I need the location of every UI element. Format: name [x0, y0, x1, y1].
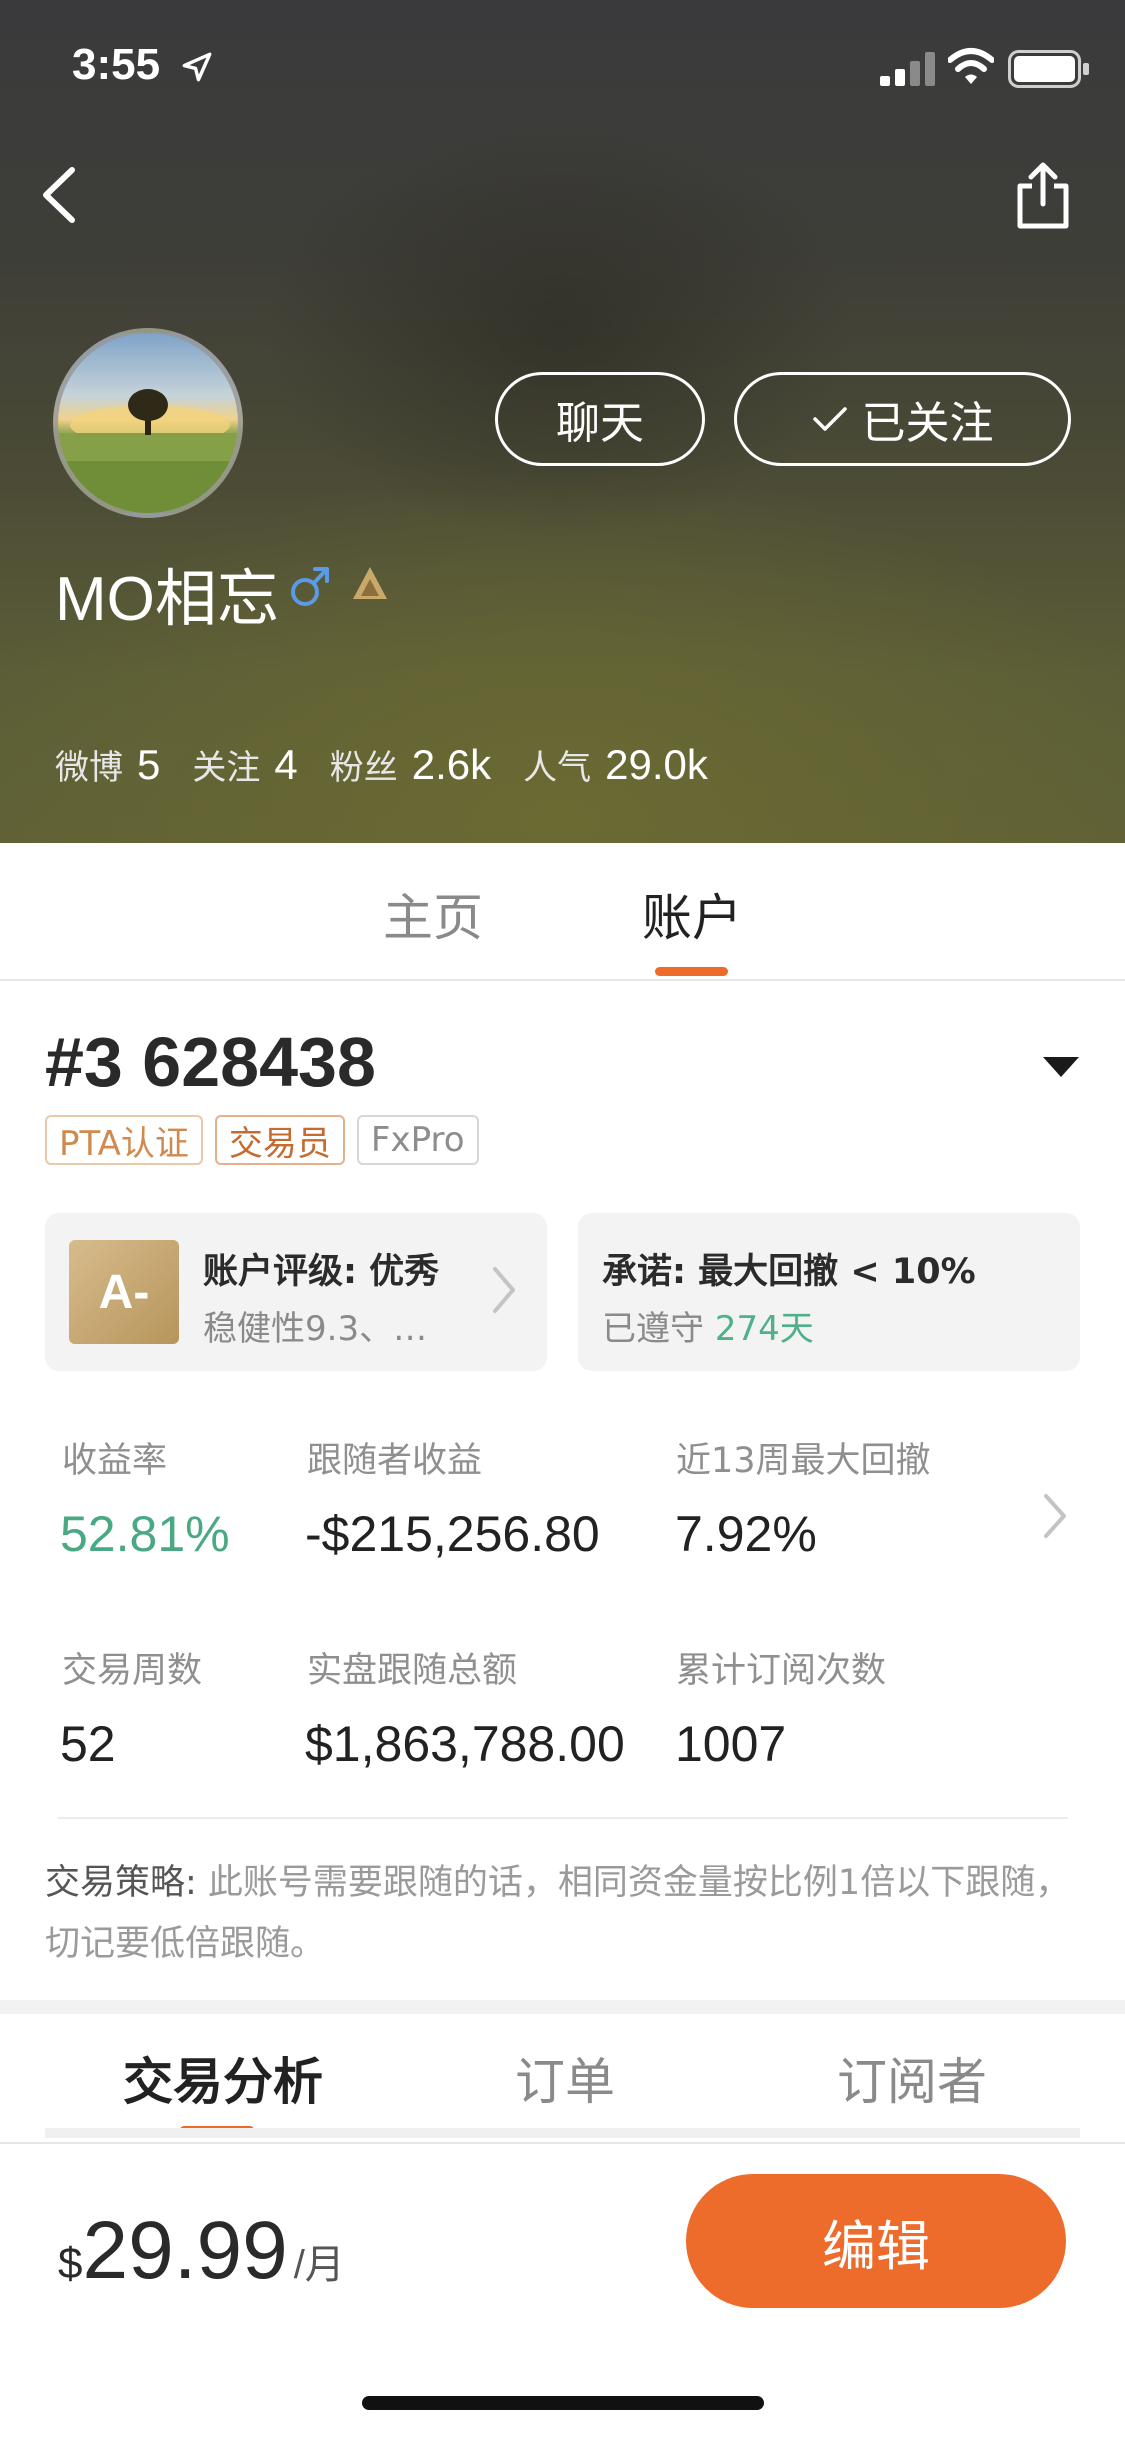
promise-title: 承诺: 最大回撤 < 10% [602, 1252, 976, 1292]
tag-trader: 交易员 [214, 1115, 345, 1165]
stat-fans-value[interactable]: 2.6k [412, 741, 491, 789]
avatar[interactable] [53, 328, 243, 518]
wifi-icon [948, 48, 994, 84]
rank-triangle-icon [353, 567, 387, 599]
status-bar: 3:55 [0, 0, 1125, 140]
subscription-price: $ 29.99 /月 [58, 2204, 345, 2298]
tag-pta-verified: PTA认证 [45, 1115, 203, 1165]
checkmark-icon [812, 407, 847, 431]
tab-subscribers[interactable]: 订阅者 [837, 2042, 987, 2114]
analysis-tab-bar: 交易分析 订单 订阅者 [0, 2014, 1125, 2142]
profile-tab-bar: 主页 账户 [0, 843, 1125, 981]
metric-subscriptions-value: 1007 [675, 1716, 787, 1772]
avatar-landscape-image [58, 389, 238, 513]
stat-following-value[interactable]: 4 [274, 741, 297, 789]
divider [58, 1817, 1068, 1819]
metric-weeks-label: 交易周数 [62, 1651, 203, 1691]
rating-badge: A- [69, 1240, 179, 1344]
promise-card[interactable]: 承诺: 最大回撤 < 10% 已遵守 274天 [578, 1213, 1080, 1371]
stat-weibo-value[interactable]: 5 [137, 741, 160, 789]
metric-follower-profit-label: 跟随者收益 [307, 1441, 483, 1481]
subscription-bar: $ 29.99 /月 编辑 [0, 2142, 1125, 2438]
chat-button[interactable]: 聊天 [495, 372, 705, 466]
edit-button-label: 编辑 [822, 2214, 930, 2278]
metric-real-follow-label: 实盘跟随总额 [307, 1651, 518, 1691]
chevron-right-icon [493, 1267, 515, 1313]
metric-follower-profit-value: -$215,256.80 [305, 1506, 600, 1562]
section-divider [0, 2000, 1125, 2014]
tag-broker: FxPro [356, 1115, 479, 1165]
price-currency: $ [58, 2239, 83, 2288]
promise-kept-prefix: 已遵守 [602, 1309, 704, 1349]
account-rating-card[interactable]: A- 账户评级: 优秀 稳健性9.3、… [45, 1213, 547, 1371]
promise-kept-days: 274天 [714, 1309, 814, 1349]
cellular-signal-icon [880, 52, 935, 86]
profile-header: 3:55 聊天 已关注 MO相忘 微博 5 关注 4 粉丝 2.6k 人气 29… [0, 0, 1125, 843]
male-gender-icon [291, 567, 329, 606]
rating-subtitle: 稳健性9.3、… [203, 1309, 428, 1349]
username: MO相忘 [55, 565, 279, 634]
followed-button[interactable]: 已关注 [734, 372, 1071, 466]
chat-button-label: 聊天 [556, 398, 644, 449]
tab-active-indicator [655, 967, 728, 976]
content-edge [45, 2128, 1080, 2138]
metric-return-value: 52.81% [60, 1506, 230, 1562]
strategy-label: 交易策略: [45, 1863, 197, 1903]
dropdown-triangle-icon[interactable] [1043, 1055, 1079, 1079]
share-icon[interactable] [1010, 160, 1076, 232]
battery-icon [1008, 50, 1089, 88]
home-indicator[interactable] [362, 2396, 764, 2410]
stat-following-label[interactable]: 关注 [192, 740, 260, 789]
metric-subscriptions-label: 累计订阅次数 [676, 1651, 887, 1691]
stat-weibo-label[interactable]: 微博 [55, 740, 123, 789]
metric-return-label: 收益率 [62, 1441, 168, 1481]
metric-real-follow-value: $1,863,788.00 [305, 1716, 625, 1772]
profile-stats: 微博 5 关注 4 粉丝 2.6k 人气 29.0k [55, 740, 740, 789]
promise-status: 已遵守 274天 [602, 1301, 814, 1350]
tab-orders[interactable]: 订单 [515, 2042, 615, 2114]
trading-strategy: 交易策略: 此账号需要跟随的话，相同资金量按比例1倍以下跟随，切记要低倍跟随。 [45, 1853, 1085, 1975]
metric-drawdown-value: 7.92% [675, 1506, 817, 1562]
location-arrow-icon [182, 52, 212, 82]
account-id: #3 628438 [45, 1023, 376, 1101]
price-amount: 29.99 [82, 2205, 288, 2296]
stat-fans-label[interactable]: 粉丝 [330, 740, 398, 789]
back-chevron-icon[interactable] [36, 160, 86, 230]
metric-weeks-value: 52 [60, 1716, 116, 1772]
strategy-text: 此账号需要跟随的话，相同资金量按比例1倍以下跟随，切记要低倍跟随。 [45, 1863, 1071, 1964]
metric-drawdown-label: 近13周最大回撤 [676, 1441, 931, 1481]
status-time: 3:55 [72, 40, 161, 89]
tab-account[interactable]: 账户 [642, 878, 742, 950]
price-unit: /月 [293, 2243, 345, 2287]
tab-trade-analysis[interactable]: 交易分析 [123, 2042, 323, 2114]
tab-home[interactable]: 主页 [383, 878, 483, 950]
followed-button-label: 已关注 [861, 398, 994, 449]
chevron-right-icon [1044, 1494, 1066, 1538]
stat-popularity-label: 人气 [523, 748, 592, 788]
edit-button[interactable]: 编辑 [686, 2174, 1066, 2308]
account-tags: PTA认证 交易员 FxPro [45, 1115, 479, 1165]
stat-popularity-value: 29.0k [605, 741, 708, 788]
rating-title: 账户评级: 优秀 [203, 1252, 440, 1292]
